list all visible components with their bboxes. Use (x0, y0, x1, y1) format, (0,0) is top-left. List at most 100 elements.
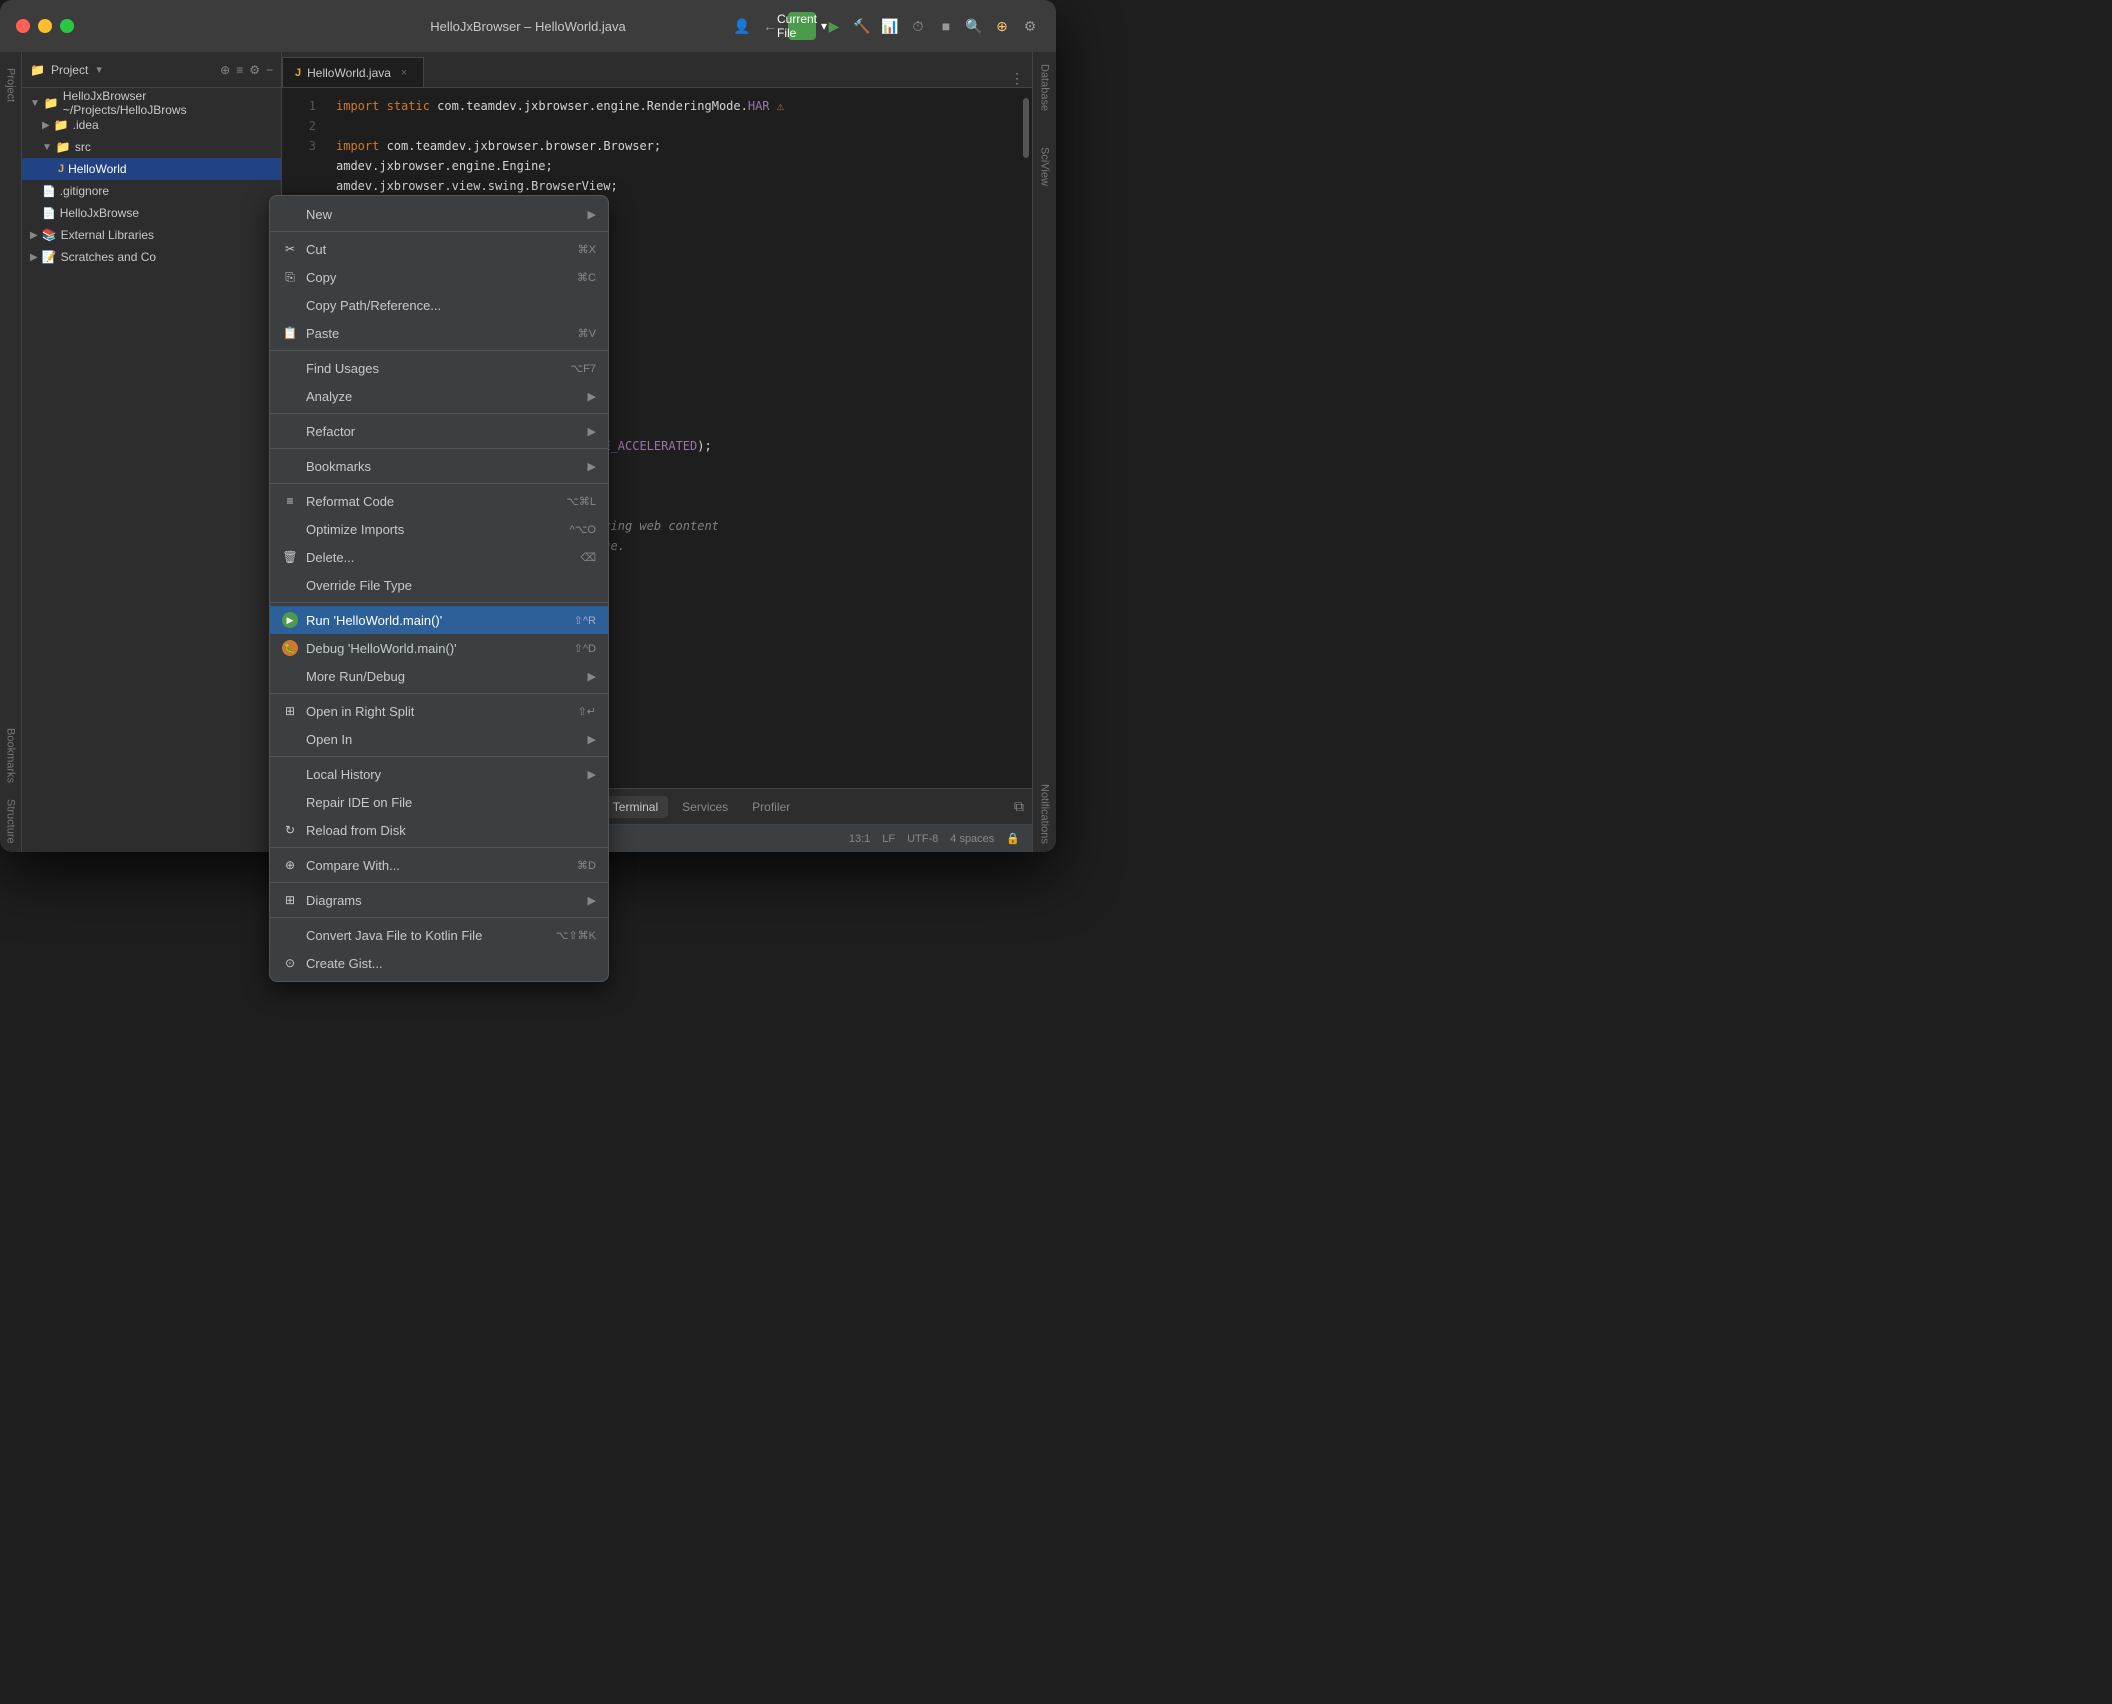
project-label: Project (51, 63, 88, 77)
menu-separator-5 (270, 483, 608, 484)
menu-item-reload[interactable]: ↻ Reload from Disk (270, 816, 608, 844)
menu-item-debug-label: Debug 'HelloWorld.main()' (306, 641, 566, 656)
tab-list: J HelloWorld.java × (282, 57, 1002, 87)
menu-item-new[interactable]: New ▶ (270, 200, 608, 228)
run-config-label: Current File (777, 12, 817, 40)
menu-item-compare[interactable]: ⊕ Compare With... ⌘D (270, 851, 608, 852)
editor-scrollbar[interactable] (1020, 88, 1032, 788)
project-folder-icon: 📁 (30, 63, 45, 77)
menu-separator (270, 231, 608, 232)
menu-item-repair-ide[interactable]: Repair IDE on File (270, 788, 608, 816)
minimize-button[interactable] (38, 19, 52, 33)
tree-item-root[interactable]: ▼ 📁 HelloJxBrowser ~/Projects/HelloJBrow… (22, 92, 281, 114)
coverage-icon[interactable]: 📊 (880, 16, 900, 36)
menu-item-reformat-label: Reformat Code (306, 494, 558, 509)
reformat-shortcut: ⌥⌘L (566, 495, 596, 508)
tree-item-external[interactable]: ▶ 📚 External Libraries (22, 224, 281, 246)
menu-item-more-run[interactable]: More Run/Debug ▶ (270, 662, 608, 690)
menu-separator-9 (270, 847, 608, 848)
tab-profiler[interactable]: Profiler (742, 796, 800, 818)
menu-item-analyze[interactable]: Analyze ▶ (270, 382, 608, 410)
optimize-shortcut: ^⌥O (570, 523, 596, 536)
menu-item-copy[interactable]: ⎘ Copy ⌘C (270, 263, 608, 291)
cut-shortcut: ⌘X (578, 243, 596, 256)
scrollbar-thumb[interactable] (1023, 98, 1029, 158)
folder-icon: 📁 (56, 140, 71, 154)
tree-item-scratches[interactable]: ▶ 📝 Scratches and Co (22, 246, 281, 268)
java-icon: J (58, 163, 64, 175)
search-icon[interactable]: 🔍 (964, 16, 984, 36)
menu-item-bookmarks[interactable]: Bookmarks ▶ (270, 452, 608, 480)
optimize-icon (282, 521, 298, 537)
sidebar-item-project[interactable]: Project (1, 60, 21, 110)
tab-label: HelloWorld.java (307, 66, 391, 80)
menu-item-optimize[interactable]: Optimize Imports ^⌥O (270, 515, 608, 543)
filter-icon[interactable]: ⚙ (249, 63, 260, 77)
menu-item-optimize-label: Optimize Imports (306, 522, 562, 537)
menu-item-find-usages[interactable]: Find Usages ⌥F7 (270, 354, 608, 382)
more-run-arrow-icon: ▶ (588, 670, 596, 683)
menu-item-open-in[interactable]: Open In ▶ (270, 725, 608, 753)
menu-separator-4 (270, 448, 608, 449)
menu-item-local-history[interactable]: Local History ▶ (270, 760, 608, 788)
scroll-icon[interactable]: ≡ (236, 63, 243, 77)
sidebar-item-notifications[interactable]: Notifications (1035, 776, 1055, 852)
menu-item-analyze-label: Analyze (306, 389, 580, 404)
minus-icon[interactable]: − (266, 63, 273, 77)
profiler-icon[interactable]: ⏱ (908, 16, 928, 36)
tab-services[interactable]: Services (672, 796, 738, 818)
editor-tabs: J HelloWorld.java × ⋮ (282, 52, 1032, 88)
new-arrow-icon: ▶ (588, 208, 596, 221)
layers-icon[interactable]: ⧉ (1014, 798, 1024, 815)
menu-item-delete[interactable]: 🗑 Delete... ⌫ (270, 543, 608, 571)
sidebar-item-bookmarks[interactable]: Bookmarks (1, 720, 21, 791)
tab-terminal[interactable]: Terminal (603, 796, 668, 818)
tree-item-src[interactable]: ▼ 📁 src (22, 136, 281, 158)
bottom-panel-icons: ⧉ (1014, 798, 1024, 815)
new-icon (282, 206, 298, 222)
tab-close-button[interactable]: × (397, 66, 411, 80)
expand-icon: ▼ (30, 98, 40, 109)
plus-icon[interactable]: ⊕ (992, 16, 1012, 36)
settings-icon[interactable]: ⚙ (1020, 16, 1040, 36)
tree-item-idea[interactable]: ▶ 📁 .idea (22, 114, 281, 136)
menu-item-override-filetype[interactable]: Override File Type (270, 571, 608, 599)
tree-item-gitignore[interactable]: 📄 .gitignore (22, 180, 281, 202)
menu-item-reformat[interactable]: ≡ Reformat Code ⌥⌘L (270, 487, 608, 515)
collapse-icon[interactable]: ⊕ (220, 63, 230, 77)
folder-icon: 📁 (44, 96, 59, 110)
build-icon[interactable]: 🔨 (852, 16, 872, 36)
sidebar-item-database[interactable]: Database (1035, 56, 1055, 119)
expand-icon: ▶ (30, 252, 38, 263)
menu-item-cut[interactable]: ✂ Cut ⌘X (270, 235, 608, 263)
menu-item-debug[interactable]: 🐛 Debug 'HelloWorld.main()' ⇧^D (270, 634, 608, 662)
run-icon[interactable]: ▶ (824, 16, 844, 36)
folder-icon: 📝 (42, 250, 57, 264)
sidebar-item-structure[interactable]: Structure (1, 791, 21, 852)
project-dropdown-icon[interactable]: ▾ (96, 63, 102, 76)
tab-helloworld[interactable]: J HelloWorld.java × (282, 57, 424, 87)
reformat-icon: ≡ (282, 493, 298, 509)
tree-item-hellojxbrowse[interactable]: 📄 HelloJxBrowse (22, 202, 281, 224)
run-config-button[interactable]: Current File ▾ (788, 12, 816, 40)
menu-item-refactor[interactable]: Refactor ▶ (270, 417, 608, 445)
menu-item-paste[interactable]: 📋 Paste ⌘V (270, 319, 608, 347)
menu-item-run-label: Run 'HelloWorld.main()' (306, 613, 566, 628)
menu-item-copy-path[interactable]: Copy Path/Reference... (270, 291, 608, 319)
tree-item-helloworld[interactable]: J HelloWorld (22, 158, 281, 180)
menu-item-run[interactable]: ▶ Run 'HelloWorld.main()' ⇧^R (270, 606, 608, 634)
expand-icon: ▶ (30, 230, 38, 241)
sidebar-item-sciview[interactable]: SciView (1035, 139, 1055, 194)
reload-icon: ↻ (282, 822, 298, 838)
user-icon[interactable]: 👤 (732, 16, 752, 36)
status-padlock-icon: 🔒 (1006, 832, 1020, 845)
editor-menu-icon[interactable]: ⋮ (1010, 70, 1024, 87)
maximize-button[interactable] (60, 19, 74, 33)
tab-java-icon: J (295, 67, 301, 79)
menu-item-open-right[interactable]: ⊞ Open in Right Split ⇧↵ (270, 697, 608, 725)
expand-icon: ▶ (42, 120, 50, 131)
close-button[interactable] (16, 19, 30, 33)
stop-icon[interactable]: ■ (936, 16, 956, 36)
menu-item-copy-label: Copy (306, 270, 569, 285)
refactor-arrow-icon: ▶ (588, 425, 596, 438)
